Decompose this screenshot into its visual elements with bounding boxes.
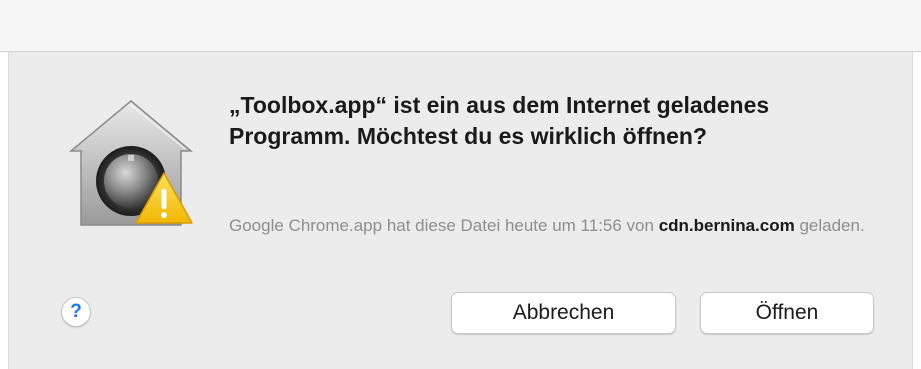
- dialog-info-text: Google Chrome.app hat diese Datei heute …: [229, 213, 889, 239]
- cancel-button[interactable]: Abbrechen: [451, 292, 676, 334]
- window-titlebar: [0, 0, 921, 52]
- help-button[interactable]: ?: [61, 297, 91, 327]
- open-button[interactable]: Öffnen: [700, 292, 874, 334]
- info-suffix: geladen.: [794, 216, 865, 235]
- security-alert-dialog: „Toolbox.app“ ist ein aus dem Internet g…: [8, 52, 913, 369]
- dialog-headline: „Toolbox.app“ ist ein aus dem Internet g…: [229, 92, 770, 149]
- info-prefix: Google Chrome.app hat diese Datei heute …: [229, 216, 659, 235]
- gatekeeper-security-icon: [61, 97, 201, 237]
- download-source: cdn.bernina.com: [658, 216, 795, 235]
- question-mark-icon: ?: [70, 301, 82, 322]
